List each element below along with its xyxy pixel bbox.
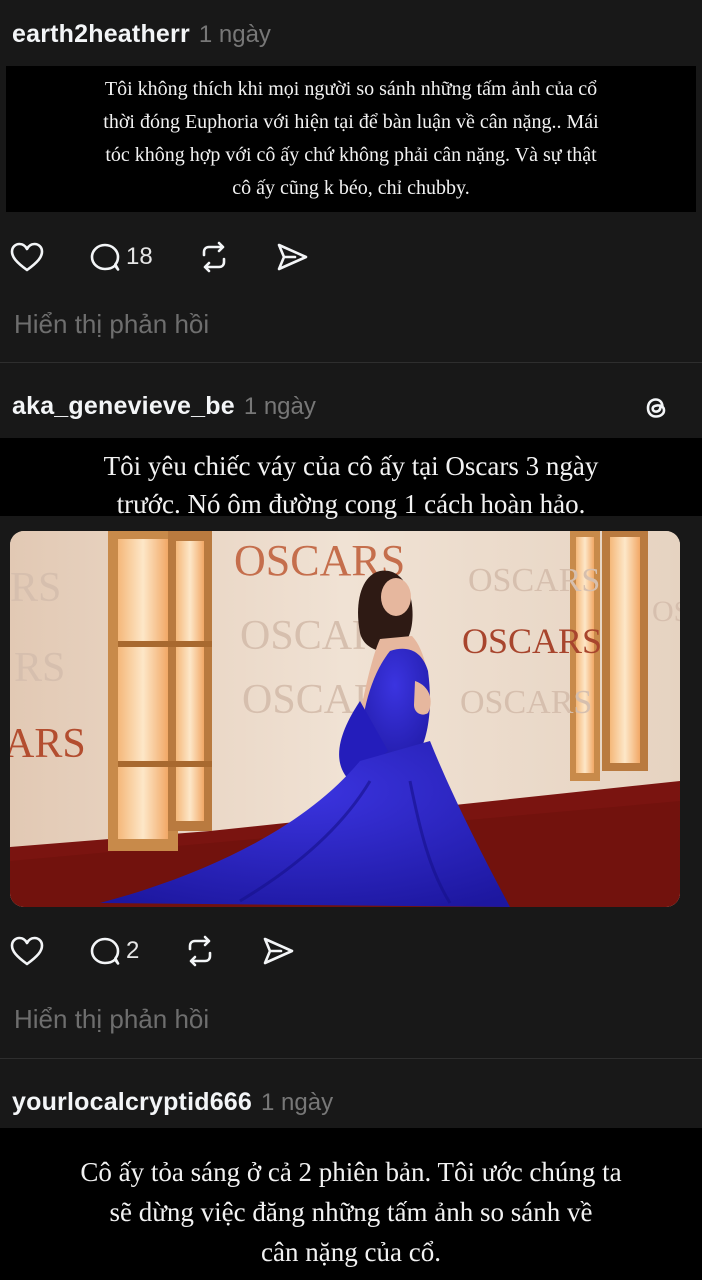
wall-text: OSCARS	[462, 621, 602, 661]
share-button[interactable]	[261, 935, 295, 967]
post-text: Cô ấy tỏa sáng ở cả 2 phiên bản. Tôi ước…	[80, 1157, 622, 1267]
username[interactable]: aka_genevieve_be	[12, 392, 235, 421]
post-time: 1 ngày	[198, 21, 271, 48]
post-text-image: Cô ấy tỏa sáng ở cả 2 phiên bản. Tôi ước…	[0, 1128, 702, 1280]
post-time: 1 ngày	[243, 393, 316, 420]
post-text-image: Tôi không thích khi mọi người so sánh nh…	[6, 66, 696, 212]
show-replies-link[interactable]: Hiển thị phản hồi	[14, 309, 209, 340]
like-button[interactable]	[10, 935, 44, 967]
repost-icon	[189, 935, 212, 967]
threads-logo-icon[interactable]	[640, 392, 672, 424]
reply-count: 2	[126, 937, 140, 964]
post-divider	[0, 362, 702, 363]
wall-text: OSCARS	[652, 595, 680, 628]
post-header: earth2heatherr 1 ngày	[12, 20, 271, 49]
share-button[interactable]	[275, 241, 309, 273]
post-text: Tôi không thích khi mọi người so sánh nh…	[103, 78, 599, 199]
share-icon	[264, 937, 294, 965]
post-header: yourlocalcryptid666 1 ngày	[12, 1088, 333, 1117]
post-time: 1 ngày	[261, 1089, 334, 1116]
show-replies-link[interactable]: Hiển thị phản hồi	[14, 1004, 209, 1035]
post-text-image: Tôi yêu chiếc váy của cô ấy tại Oscars 3…	[0, 438, 702, 519]
comment-icon	[90, 937, 120, 965]
comment-icon	[90, 243, 120, 271]
wall-text: RS	[10, 565, 61, 611]
action-bar: 18	[10, 237, 353, 277]
wall-text: ARS	[10, 721, 86, 767]
comment-button[interactable]: 18	[88, 241, 153, 273]
post-text: Tôi yêu chiếc váy của cô ấy tại Oscars 3…	[103, 451, 599, 519]
action-bar: 2	[10, 931, 339, 971]
repost-button[interactable]	[197, 241, 231, 273]
heart-icon	[10, 936, 44, 966]
repost-button[interactable]	[183, 935, 217, 967]
post-header: aka_genevieve_be 1 ngày	[12, 392, 316, 421]
wall-text: OSCARS	[460, 684, 592, 721]
username[interactable]: yourlocalcryptid666	[12, 1088, 252, 1117]
username[interactable]: earth2heatherr	[12, 20, 190, 49]
post-photo[interactable]: OSCARS OSCARS OSCARS OSCARS OSCARS OSCAR…	[10, 531, 680, 907]
wall-text: RS	[14, 645, 65, 691]
reply-count: 18	[126, 243, 153, 270]
like-button[interactable]	[10, 241, 44, 273]
oscars-photo-illustration: OSCARS OSCARS OSCARS OSCARS OSCARS OSCAR…	[10, 531, 680, 907]
repost-icon	[202, 241, 226, 273]
post-divider	[0, 1058, 702, 1059]
comment-button[interactable]: 2	[88, 935, 139, 967]
wall-text: OSCARS	[468, 562, 600, 599]
share-icon	[277, 243, 308, 271]
heart-icon	[10, 242, 44, 272]
